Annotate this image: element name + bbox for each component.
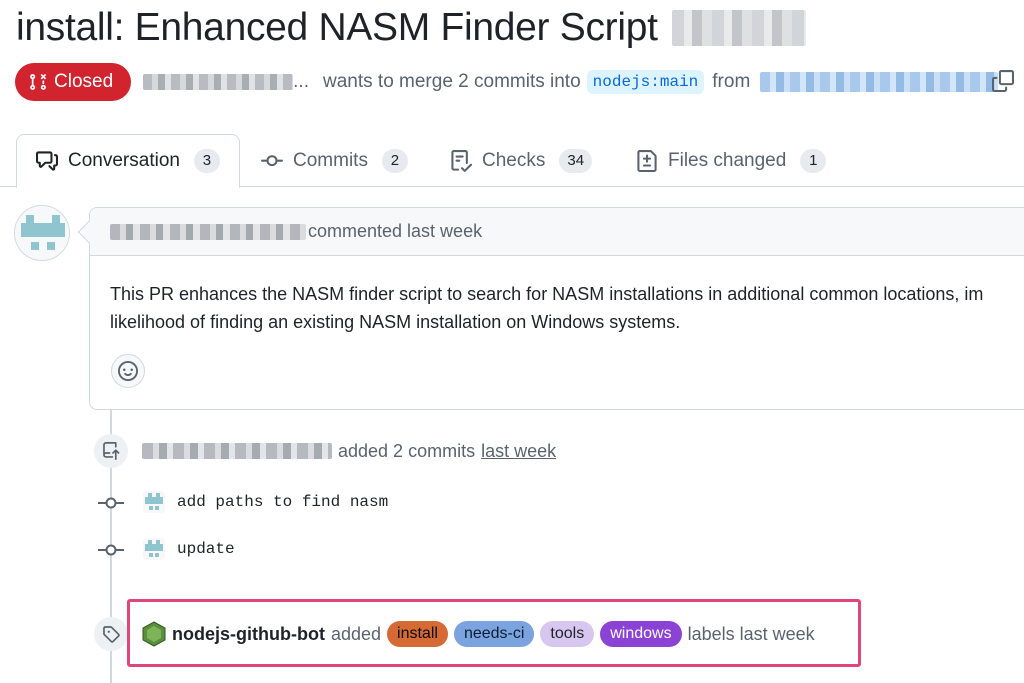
file-diff-icon <box>637 149 657 172</box>
head-branch-redacted[interactable] <box>760 72 999 92</box>
repo-push-icon <box>103 442 120 460</box>
state-label: Closed <box>54 71 114 92</box>
commit-item: update <box>143 538 235 560</box>
commenter-name-redacted[interactable] <box>110 223 306 240</box>
tab-files-changed-count: 1 <box>800 148 827 173</box>
from-text: from <box>712 71 751 92</box>
tab-conversation-count: 3 <box>193 149 220 173</box>
comment-body-line-1: This PR enhances the NASM finder script … <box>110 284 984 304</box>
comment-header: commented last week <box>90 208 1024 256</box>
tab-files-changed-label: Files changed <box>668 149 787 171</box>
smiley-icon <box>118 361 138 381</box>
merge-text: wants to merge 2 commits into <box>323 71 581 92</box>
comment-box: commented last week This PR enhances the… <box>77 207 1024 410</box>
commit-message[interactable]: update <box>177 540 235 558</box>
comment-body-line-2: likelihood of finding an existing NASM i… <box>110 312 681 332</box>
commit-author-avatar[interactable] <box>143 538 165 560</box>
label-windows[interactable]: windows <box>600 621 682 647</box>
tab-files-changed[interactable]: Files changed 1 <box>636 134 827 187</box>
push-event-text: added 2 commits <box>338 440 476 461</box>
commit-message[interactable]: add paths to find nasm <box>177 493 388 511</box>
label-event: nodejs-github-bot added install needs-ci… <box>142 620 815 648</box>
identicon-icon <box>143 491 165 513</box>
author-link-redacted[interactable] <box>143 74 294 90</box>
bot-avatar-hexagon-icon[interactable] <box>142 621 166 647</box>
pr-title-row: install: Enhanced NASM Finder Script <box>16 6 806 50</box>
label-install[interactable]: install <box>387 621 448 647</box>
git-pull-request-closed-icon <box>30 74 46 90</box>
push-event-time[interactable]: last week <box>481 441 556 462</box>
pusher-name-redacted[interactable] <box>142 443 332 459</box>
bot-name[interactable]: nodejs-github-bot <box>172 624 325 645</box>
commit-author-avatar[interactable] <box>143 491 165 513</box>
push-event: added 2 commits last week <box>142 438 556 464</box>
pr-title: install: Enhanced NASM Finder Script <box>16 6 658 49</box>
tab-commits-label: Commits <box>293 149 368 171</box>
add-reaction-button[interactable] <box>111 354 145 388</box>
tab-commits[interactable]: Commits 2 <box>261 134 408 187</box>
tab-checks[interactable]: Checks 34 <box>450 134 593 187</box>
author-avatar[interactable] <box>14 205 70 261</box>
base-branch[interactable]: nodejs:main <box>586 70 705 94</box>
label-event-verb: added <box>330 623 382 644</box>
label-event-tail: labels last week <box>687 623 815 644</box>
copy-icon[interactable] <box>992 70 1014 92</box>
tab-checks-label: Checks <box>482 149 546 171</box>
tag-icon <box>103 626 120 643</box>
tab-conversation-label: Conversation <box>68 150 180 171</box>
label-event-icon-wrap <box>94 617 128 651</box>
identicon-icon <box>15 206 69 260</box>
tab-conversation[interactable]: Conversation 3 <box>16 134 240 188</box>
identicon-icon <box>143 538 165 560</box>
tab-checks-count: 34 <box>559 148 593 173</box>
author-ellipsis: ... <box>293 71 309 92</box>
git-commit-icon <box>98 497 124 509</box>
comment-discussion-icon <box>36 151 58 171</box>
label-needs-ci[interactable]: needs-ci <box>453 621 535 647</box>
commit-item: add paths to find nasm <box>143 491 388 513</box>
git-commit-icon <box>261 154 283 166</box>
checklist-icon <box>451 149 472 172</box>
git-commit-icon <box>98 544 124 556</box>
label-tools[interactable]: tools <box>540 621 595 647</box>
pr-tabs: Conversation 3 Commits 2 Checks 34 Files… <box>0 134 1024 188</box>
tab-commits-count: 2 <box>381 148 408 173</box>
push-event-icon-wrap <box>94 434 128 468</box>
comment-body: This PR enhances the NASM finder script … <box>90 256 1024 336</box>
pr-state-row: Closed ... wants to merge 2 commits into… <box>15 63 999 101</box>
state-badge: Closed <box>15 63 132 101</box>
comment-header-text: commented last week <box>308 221 483 241</box>
pr-number-redacted <box>671 10 806 46</box>
